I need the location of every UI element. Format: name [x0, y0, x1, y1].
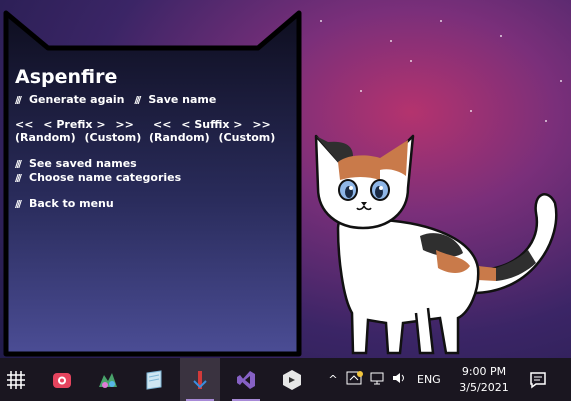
camera-app-icon[interactable] — [42, 358, 82, 401]
back-to-menu-label: Back to menu — [29, 197, 114, 210]
back-to-menu-button[interactable]: /// Back to menu — [15, 197, 114, 211]
claw-icon: /// — [15, 95, 22, 106]
paint-app-icon[interactable] — [180, 358, 220, 401]
see-saved-names-button[interactable]: /// See saved names — [15, 157, 137, 171]
claw-icon: /// — [15, 159, 22, 170]
chevron-up-icon[interactable]: ^ — [326, 373, 340, 386]
notifications-icon[interactable] — [518, 358, 558, 401]
app-tray-icon[interactable] — [346, 370, 364, 389]
claw-icon: /// — [15, 173, 22, 184]
clock[interactable]: 9:00 PM 3/5/2021 — [456, 364, 512, 396]
generate-again-button[interactable]: /// Generate again — [15, 93, 125, 106]
volume-icon[interactable] — [391, 370, 407, 389]
claw-icon: /// — [134, 95, 141, 106]
prefix-random-button[interactable]: (Random) — [15, 131, 76, 144]
choose-categories-button[interactable]: /// Choose name categories — [15, 171, 181, 185]
visual-studio-icon[interactable] — [226, 358, 266, 401]
suffix-next-button[interactable]: >> — [252, 118, 270, 131]
start-grid-icon[interactable] — [0, 358, 36, 401]
network-icon[interactable] — [369, 370, 387, 389]
language-indicator[interactable]: ENG — [417, 373, 441, 386]
editor-app-icon[interactable] — [272, 358, 312, 401]
notepad-app-icon[interactable] — [134, 358, 174, 401]
name-generator-panel: Aspenfire /// Generate again /// Save name… — [3, 8, 304, 358]
save-name-label: Save name — [148, 93, 217, 106]
generate-again-label: Generate again — [29, 93, 125, 106]
suffix-label: < Suffix > — [181, 118, 243, 131]
choose-categories-label: Choose name categories — [29, 171, 182, 184]
prefix-next-button[interactable]: >> — [115, 118, 133, 131]
suffix-prev-button[interactable]: << — [153, 118, 171, 131]
prefix-prev-button[interactable]: << — [15, 118, 33, 131]
system-tray: ^ ENG — [326, 358, 441, 401]
see-saved-names-label: See saved names — [29, 157, 137, 170]
prefix-custom-button[interactable]: (Custom) — [85, 131, 142, 144]
claw-icon: /// — [15, 199, 22, 210]
generated-name: Aspenfire — [15, 66, 118, 88]
prefix-label: < Prefix > — [43, 118, 106, 131]
save-name-button[interactable]: /// Save name — [134, 93, 216, 106]
taskbar: ^ ENG 9:00 PM 3/5/2021 — [0, 358, 571, 401]
suffix-custom-button[interactable]: (Custom) — [219, 131, 276, 144]
clock-date: 3/5/2021 — [459, 381, 509, 394]
suffix-random-button[interactable]: (Random) — [149, 131, 210, 144]
clock-time: 9:00 PM — [461, 365, 507, 378]
game-app-icon[interactable] — [88, 358, 128, 401]
calico-cat-image — [314, 134, 558, 355]
